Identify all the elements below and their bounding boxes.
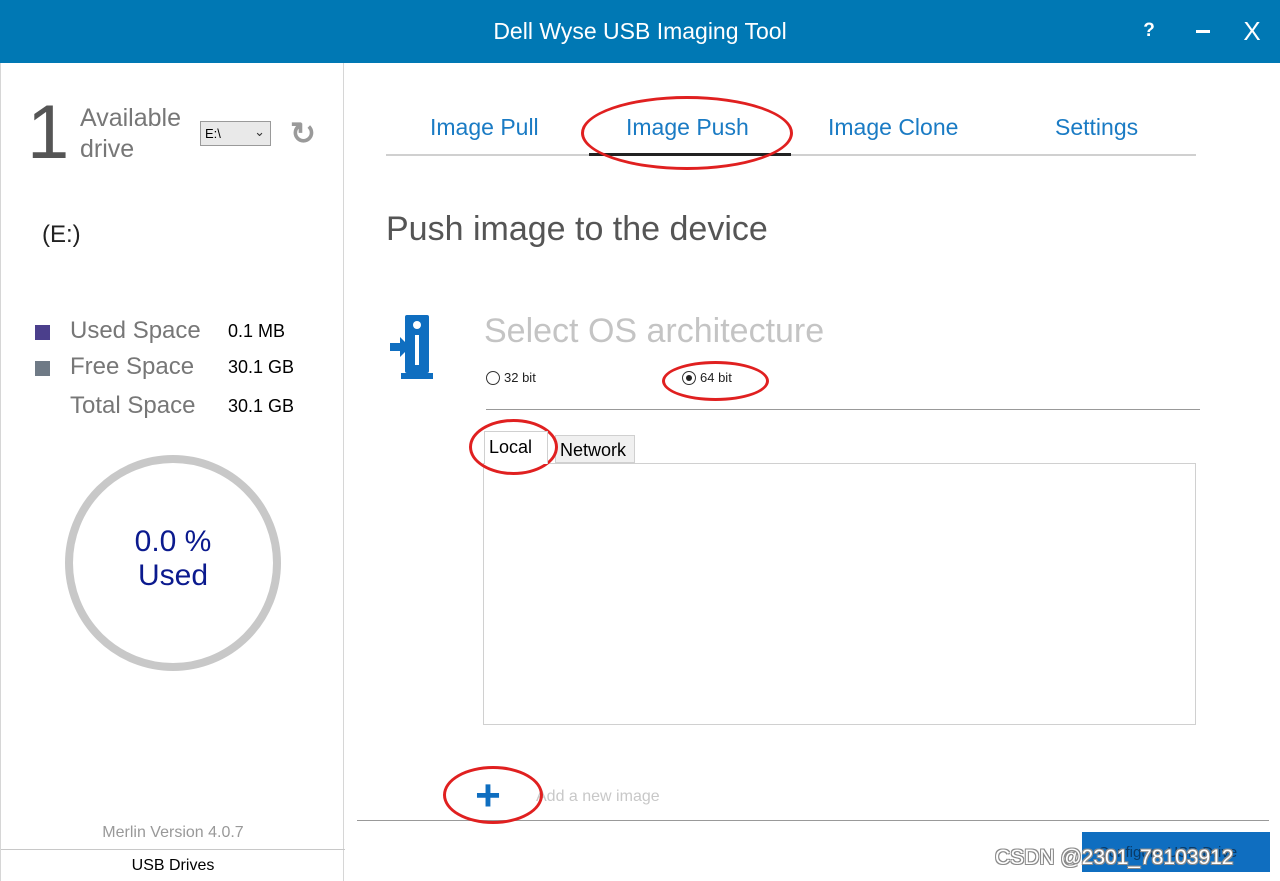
subtab-local[interactable]: Local bbox=[484, 431, 548, 464]
free-space-swatch bbox=[35, 361, 50, 376]
close-button[interactable]: X bbox=[1236, 16, 1268, 52]
app-window: Dell Wyse USB Imaging Tool ? X 1 Availab… bbox=[0, 0, 1280, 881]
subtab-network[interactable]: Network bbox=[555, 435, 635, 463]
refresh-icon[interactable]: ↻ bbox=[290, 116, 316, 152]
usb-drives-button[interactable]: USB Drives bbox=[1, 849, 345, 881]
tab-image-push[interactable]: Image Push bbox=[626, 114, 749, 141]
radio-32bit[interactable]: 32 bit bbox=[486, 370, 536, 385]
radio-32bit-circle bbox=[486, 371, 500, 385]
window-title: Dell Wyse USB Imaging Tool bbox=[493, 18, 787, 44]
drive-select-value: E:\ bbox=[205, 126, 221, 141]
drive-select[interactable]: E:\ ⌄ bbox=[200, 121, 271, 146]
drive-count: 1 bbox=[27, 90, 70, 175]
page-title: Push image to the device bbox=[386, 210, 768, 248]
total-space-value: 30.1 GB bbox=[228, 396, 295, 416]
used-space-value: 0.1 MB bbox=[228, 321, 286, 341]
radio-64bit-circle bbox=[682, 371, 696, 385]
radio-32bit-label: 32 bit bbox=[504, 370, 536, 385]
active-tab-indicator bbox=[589, 153, 791, 156]
sidebar: 1 Available drive E:\ ⌄ ↻ (E:) Used Spac… bbox=[0, 63, 345, 881]
radio-64bit-label: 64 bit bbox=[700, 370, 732, 385]
add-image-icon[interactable]: + bbox=[470, 774, 506, 818]
free-space-label: Free Space bbox=[70, 353, 195, 380]
title-bar: Dell Wyse USB Imaging Tool ? X bbox=[0, 0, 1280, 63]
image-list[interactable] bbox=[483, 463, 1196, 725]
bottom-divider bbox=[357, 820, 1269, 821]
used-space-label: Used Space bbox=[70, 317, 201, 344]
usage-text: 0.0 % Used bbox=[65, 525, 281, 593]
arch-title: Select OS architecture bbox=[484, 312, 825, 350]
version-label: Merlin Version 4.0.7 bbox=[102, 824, 244, 841]
usage-used-label: Used bbox=[137, 559, 209, 592]
watermark: CSDN @2301_78103912 bbox=[995, 846, 1234, 869]
tab-settings[interactable]: Settings bbox=[1055, 114, 1138, 141]
add-image-label[interactable]: Add a new image bbox=[536, 788, 660, 806]
chevron-down-icon: ⌄ bbox=[254, 124, 265, 139]
help-button[interactable]: ? bbox=[1136, 20, 1162, 56]
tab-image-clone[interactable]: Image Clone bbox=[828, 114, 958, 141]
arch-divider bbox=[486, 409, 1200, 410]
tab-image-pull[interactable]: Image Pull bbox=[430, 114, 539, 141]
total-space-label: Total Space bbox=[70, 392, 196, 419]
minimize-button[interactable] bbox=[1190, 22, 1216, 58]
radio-64bit[interactable]: 64 bit bbox=[682, 370, 732, 385]
available-drive-label: Available drive bbox=[80, 103, 198, 165]
usage-percent: 0.0 % bbox=[134, 525, 212, 558]
main-tabs: Image Pull Image Push Image Clone Settin… bbox=[386, 100, 1196, 156]
free-space-value: 30.1 GB bbox=[228, 357, 295, 377]
drive-letter: (E:) bbox=[42, 221, 81, 248]
available-drive-text: Available drive bbox=[80, 104, 182, 163]
minimize-icon bbox=[1196, 30, 1210, 33]
usb-device-icon bbox=[390, 315, 433, 379]
used-space-swatch bbox=[35, 325, 50, 340]
